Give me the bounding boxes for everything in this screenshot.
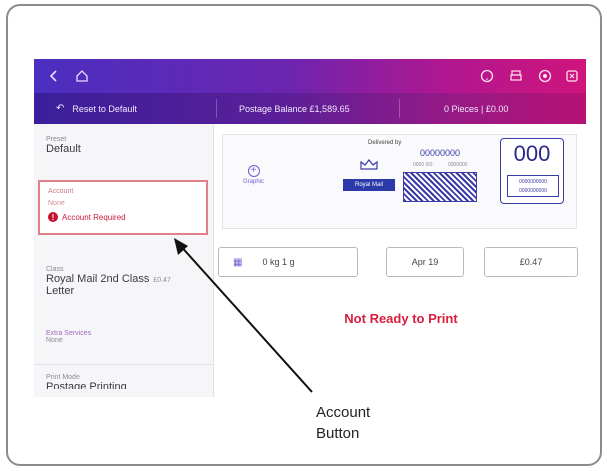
divider bbox=[34, 364, 214, 365]
serial-small-1: 0000 0/0 bbox=[413, 162, 433, 168]
amount-value: £0.47 bbox=[519, 257, 543, 267]
account-required-message: ! Account Required bbox=[48, 212, 126, 222]
weight-button[interactable]: ▦ 0 kg 1 g bbox=[218, 247, 358, 277]
close-icon[interactable] bbox=[564, 68, 580, 84]
graphic-label: Graphic bbox=[243, 179, 265, 185]
divider bbox=[399, 99, 400, 118]
class-sub: Letter bbox=[46, 285, 75, 297]
scale-icon: ▦ bbox=[233, 256, 243, 268]
home-icon[interactable] bbox=[74, 68, 90, 84]
class-value: Royal Mail 2nd Class bbox=[46, 273, 150, 285]
postmark-small-2: 0000000000 bbox=[519, 188, 547, 194]
settings-icon[interactable] bbox=[537, 68, 553, 84]
postage-balance: Postage Balance £1,589.65 bbox=[239, 93, 350, 124]
preset-value: Default bbox=[46, 143, 81, 155]
callout-text: Account Button bbox=[316, 402, 370, 444]
callout-line-1: Account bbox=[316, 404, 371, 421]
account-value: None bbox=[48, 200, 65, 207]
postage-balance-label: Postage Balance £1,589.65 bbox=[239, 103, 350, 114]
extra-services-selector[interactable]: Extra Services None bbox=[34, 330, 214, 344]
extra-services-label: Extra Services bbox=[46, 330, 92, 337]
status-bar: ↶ Reset to Default Postage Balance £1,58… bbox=[34, 93, 586, 124]
print-mode-label: Print Mode bbox=[46, 374, 80, 381]
error-icon: ! bbox=[48, 212, 58, 222]
postage-preview: + Graphic Delivered by 00000000 0000 0/0… bbox=[222, 134, 577, 229]
print-mode-selector[interactable]: Print Mode Postage Printing bbox=[34, 374, 214, 389]
help-icon[interactable] bbox=[479, 68, 495, 84]
date-button[interactable]: Apr 19 bbox=[386, 247, 464, 277]
top-bar bbox=[34, 59, 586, 93]
pieces-label: 0 Pieces | £0.00 bbox=[444, 103, 509, 114]
postmark-value: 000 bbox=[513, 141, 551, 166]
add-icon: + bbox=[247, 165, 260, 177]
app-screen: ↶ Reset to Default Postage Balance £1,58… bbox=[34, 59, 586, 397]
extra-services-value: None bbox=[46, 337, 63, 344]
account-label: Account bbox=[48, 188, 74, 195]
account-required-label: Account Required bbox=[62, 212, 126, 222]
graphic-button[interactable]: + Graphic bbox=[243, 165, 264, 185]
preset-label: Preset bbox=[46, 136, 67, 143]
preset-selector[interactable]: Preset Default bbox=[34, 136, 214, 155]
reset-to-default-button[interactable]: ↶ Reset to Default bbox=[56, 93, 137, 124]
reset-label: Reset to Default bbox=[72, 103, 137, 114]
main-panel: + Graphic Delivered by 00000000 0000 0/0… bbox=[216, 124, 586, 397]
divider bbox=[216, 99, 217, 118]
royal-mail-logo: Royal Mail bbox=[343, 179, 395, 191]
delivered-by-label: Delivered by bbox=[368, 140, 402, 146]
pieces-counter: 0 Pieces | £0.00 bbox=[444, 93, 508, 124]
serial-small-2: 0000000 bbox=[448, 162, 468, 168]
royal-mail-label: Royal Mail bbox=[354, 182, 383, 188]
print-mode-value: Postage Printing bbox=[46, 381, 127, 389]
date-value: Apr 19 bbox=[411, 257, 439, 267]
postmark-small-1: 0000000000 bbox=[519, 179, 547, 185]
print-icon[interactable] bbox=[508, 68, 524, 84]
amount-button[interactable]: £0.47 bbox=[484, 247, 578, 277]
account-button[interactable]: Account None ! Account Required bbox=[38, 180, 208, 235]
serial-number: 00000000 bbox=[420, 148, 461, 158]
crown-icon bbox=[357, 157, 381, 171]
sidebar: Preset Default Account None ! Account Re… bbox=[34, 124, 214, 397]
postmark-details: 0000000000 0000000000 bbox=[507, 175, 559, 197]
class-label: Class bbox=[46, 266, 64, 273]
back-icon[interactable] bbox=[46, 68, 62, 84]
weight-value: 0 kg 1 g bbox=[262, 257, 295, 267]
postmark: 000 0000000000 0000000000 bbox=[500, 138, 564, 204]
reset-icon: ↶ bbox=[56, 103, 65, 114]
callout-line-2: Button bbox=[316, 425, 360, 442]
class-price: £0.47 bbox=[153, 277, 171, 284]
print-status: Not Ready to Print bbox=[344, 311, 458, 326]
barcode-matrix bbox=[403, 172, 477, 202]
class-selector[interactable]: Class Royal Mail 2nd Class £0.47 Letter bbox=[34, 266, 214, 297]
